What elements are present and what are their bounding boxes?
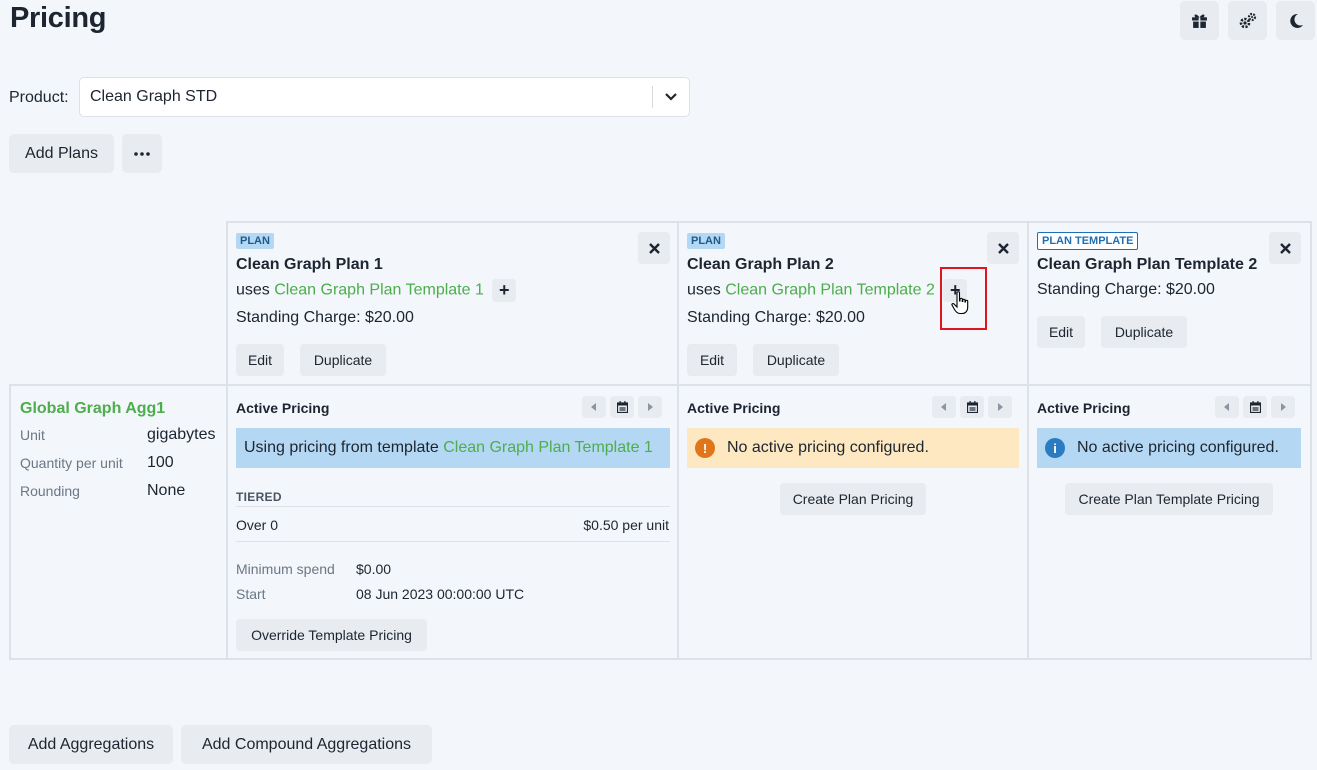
active-pricing-title: Active Pricing: [687, 400, 781, 416]
close-icon[interactable]: [1269, 232, 1301, 264]
agg-value-unit: gigabytes: [147, 426, 216, 443]
override-template-pricing-button[interactable]: Override Template Pricing: [236, 619, 427, 651]
plan-card-1: PLAN Clean Graph Plan 1 uses Clean Graph…: [226, 221, 679, 386]
uses-label: uses: [236, 281, 270, 299]
divider: [236, 506, 670, 507]
min-spend-label: Minimum spend: [236, 561, 335, 577]
plan-template-badge: PLAN TEMPLATE: [1037, 232, 1139, 250]
active-pricing-title: Active Pricing: [236, 400, 330, 416]
alert-text: Using pricing from template: [244, 439, 439, 456]
chevron-left-icon[interactable]: [582, 396, 606, 418]
standing-charge: Standing Charge: $20.00: [236, 309, 414, 326]
add-template-button[interactable]: +: [492, 279, 517, 302]
pricing-grid: PLAN Clean Graph Plan 1 uses Clean Graph…: [9, 221, 1312, 660]
template-link[interactable]: Clean Graph Plan Template 1: [443, 439, 653, 457]
uses-label: uses: [687, 281, 721, 299]
standing-charge: Standing Charge: $20.00: [687, 309, 865, 326]
tier-price: $0.50 per unit: [583, 517, 669, 533]
pricing-cell-1: Active Pricing Using pricing from templa…: [226, 384, 679, 660]
product-select[interactable]: Clean Graph STD: [79, 77, 690, 117]
gift-icon[interactable]: [1180, 1, 1219, 40]
plan-title: Clean Graph Plan Template 2: [1037, 256, 1258, 273]
calendar-icon[interactable]: [960, 396, 984, 418]
chevron-down-icon[interactable]: [653, 93, 689, 101]
no-pricing-alert: ! No active pricing configured.: [687, 428, 1019, 468]
standing-charge: Standing Charge: $20.00: [1037, 281, 1215, 298]
plan-uses: uses Clean Graph Plan Template 1 +: [236, 279, 517, 302]
aggregation-name[interactable]: Global Graph Agg1: [20, 400, 165, 418]
create-plan-pricing-button[interactable]: Create Plan Pricing: [780, 483, 926, 515]
aggregation-cell: Global Graph Agg1 Unit gigabytes Quantit…: [9, 384, 228, 660]
hand-cursor-icon: [951, 291, 971, 320]
pricing-cell-3: Active Pricing i No active pricing confi…: [1027, 384, 1312, 660]
plan-title: Clean Graph Plan 2: [687, 256, 834, 273]
pricing-nav: [932, 396, 1012, 418]
tiered-label: TIERED: [236, 490, 282, 504]
plan-title: Clean Graph Plan 1: [236, 256, 383, 273]
pricing-nav: [582, 396, 662, 418]
top-toolbar: [1180, 1, 1315, 40]
min-spend-value: $0.00: [356, 561, 392, 577]
agg-label-rounding: Rounding: [20, 483, 80, 499]
plan-uses: uses Clean Graph Plan Template 2 +: [687, 279, 968, 302]
edit-button[interactable]: Edit: [1037, 316, 1085, 348]
page-title: Pricing: [10, 2, 107, 34]
plan-badge: PLAN: [236, 233, 274, 249]
close-icon[interactable]: [638, 232, 670, 264]
warning-icon: !: [695, 438, 715, 458]
start-label: Start: [236, 586, 266, 602]
alert-text: No active pricing configured.: [727, 439, 929, 456]
pricing-cell-2: Active Pricing ! No active pricing confi…: [677, 384, 1029, 660]
agg-label-quantity: Quantity per unit: [20, 455, 123, 471]
calendar-icon[interactable]: [610, 396, 634, 418]
duplicate-button[interactable]: Duplicate: [1101, 316, 1187, 348]
close-icon[interactable]: [987, 232, 1019, 264]
create-plan-template-pricing-button[interactable]: Create Plan Template Pricing: [1065, 483, 1273, 515]
start-value: 08 Jun 2023 00:00:00 UTC: [356, 586, 525, 602]
agg-label-unit: Unit: [20, 427, 45, 443]
alert-text: No active pricing configured.: [1077, 439, 1279, 456]
pricing-nav: [1215, 396, 1295, 418]
product-select-value: Clean Graph STD: [90, 88, 218, 105]
chevron-right-icon[interactable]: [638, 396, 662, 418]
divider: [236, 541, 670, 542]
chevron-right-icon[interactable]: [988, 396, 1012, 418]
active-pricing-title: Active Pricing: [1037, 400, 1131, 416]
more-options-button[interactable]: [122, 134, 162, 173]
calendar-icon[interactable]: [1243, 396, 1267, 418]
tier-range: Over 0: [236, 517, 279, 533]
add-compound-aggregations-button[interactable]: Add Compound Aggregations: [181, 725, 432, 764]
add-plans-button[interactable]: Add Plans: [9, 134, 114, 173]
chevron-right-icon[interactable]: [1271, 396, 1295, 418]
edit-button[interactable]: Edit: [687, 344, 737, 376]
template-link[interactable]: Clean Graph Plan Template 2: [725, 282, 935, 299]
add-aggregations-button[interactable]: Add Aggregations: [9, 725, 173, 764]
duplicate-button[interactable]: Duplicate: [753, 344, 839, 376]
chevron-left-icon[interactable]: [1215, 396, 1239, 418]
template-link[interactable]: Clean Graph Plan Template 1: [274, 282, 484, 299]
no-pricing-alert: i No active pricing configured.: [1037, 428, 1301, 468]
edit-button[interactable]: Edit: [236, 344, 284, 376]
chevron-left-icon[interactable]: [932, 396, 956, 418]
info-icon: i: [1045, 438, 1065, 458]
duplicate-button[interactable]: Duplicate: [300, 344, 386, 376]
moon-icon[interactable]: [1276, 1, 1315, 40]
agg-value-quantity: 100: [147, 454, 174, 471]
ellipsis-icon: [134, 151, 150, 156]
product-label: Product:: [9, 89, 69, 106]
settings-icon[interactable]: [1228, 1, 1267, 40]
agg-value-rounding: None: [147, 482, 186, 499]
plan-template-card: PLAN TEMPLATE Clean Graph Plan Template …: [1027, 221, 1312, 386]
template-pricing-alert: Using pricing from template Clean Graph …: [236, 428, 670, 468]
plan-badge: PLAN: [687, 233, 725, 249]
